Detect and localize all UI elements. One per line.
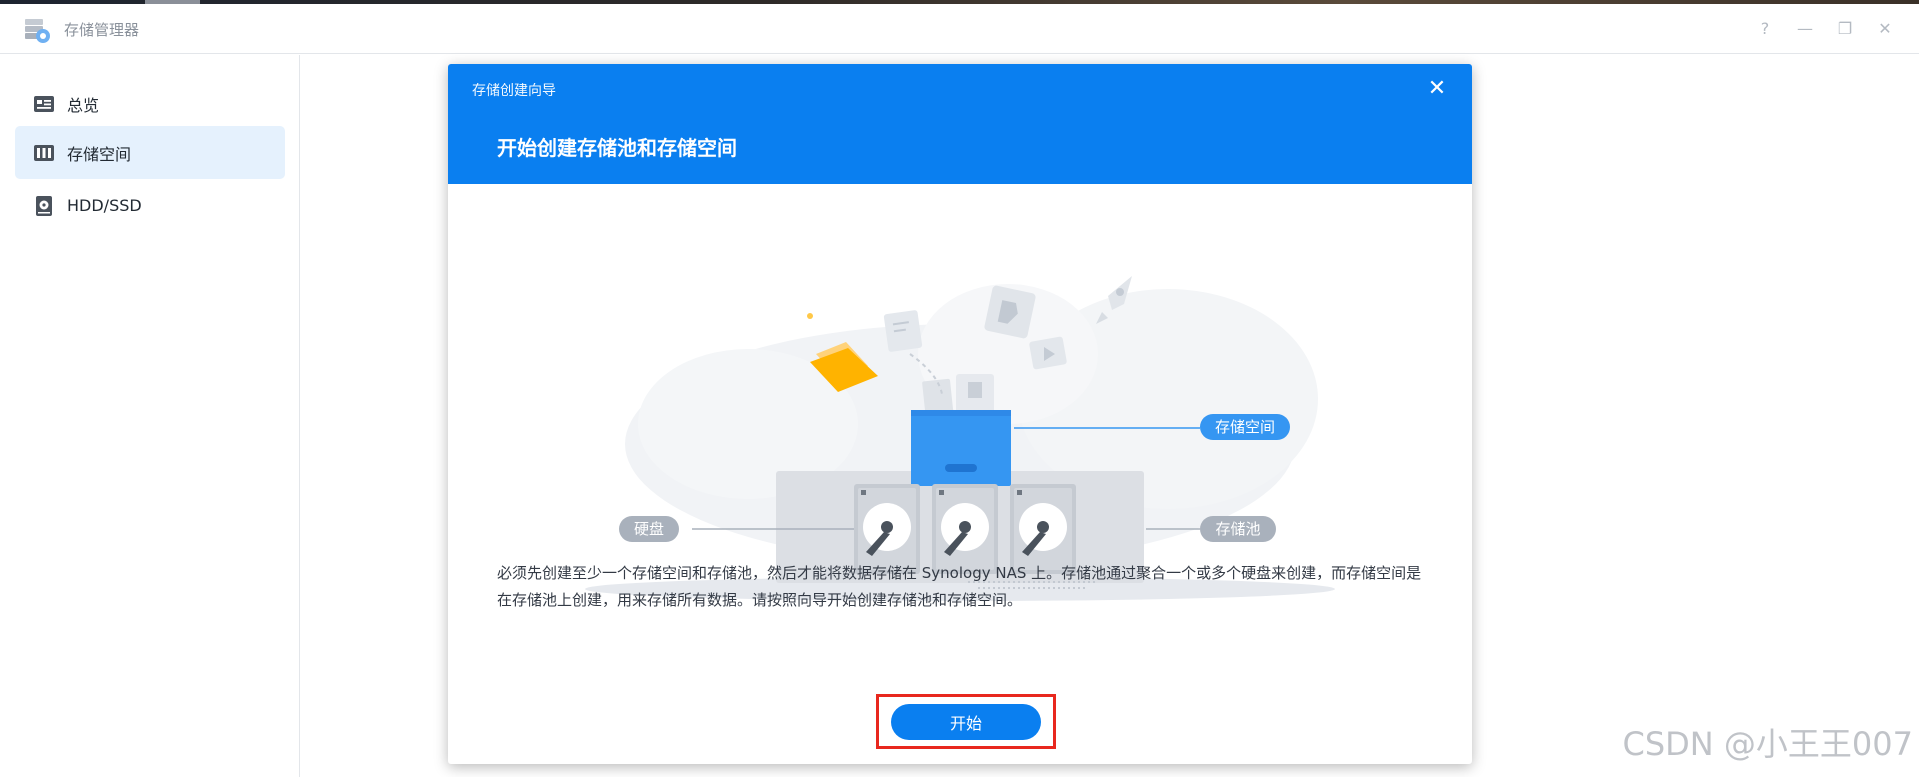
storage-space-icon xyxy=(33,142,55,164)
svg-text:存储池: 存储池 xyxy=(1215,520,1260,538)
close-icon[interactable]: ✕ xyxy=(1426,78,1448,100)
wizard-description: 必须先创建至少一个存储空间和存储池，然后才能将数据存储在 Synology NA… xyxy=(497,564,1422,609)
start-button[interactable]: 开始 xyxy=(891,704,1041,740)
wizard-heading: 开始创建存储池和存储空间 xyxy=(497,136,737,160)
svg-text:硬盘: 硬盘 xyxy=(634,520,664,538)
sidebar-item-label: 存储空间 xyxy=(67,144,132,164)
help-icon[interactable]: ? xyxy=(1755,18,1775,38)
minimize-icon[interactable]: — xyxy=(1795,18,1815,38)
volume-label: 存储空间 xyxy=(1200,414,1290,440)
svg-text:存储空间: 存储空间 xyxy=(1215,418,1275,436)
window-controls: ? — ❐ ✕ xyxy=(1755,18,1895,38)
wizard-title: 存储创建向导 xyxy=(472,83,556,99)
title-bar: 存储管理器 ? — ❐ ✕ xyxy=(0,4,1919,54)
storage-creation-wizard-dialog: 存储创建向导 ✕ 开始创建存储池和存储空间 存储空间 硬盘 存储池 必须先创建至… xyxy=(448,64,1472,764)
video-icon xyxy=(1029,336,1067,370)
sidebar-item-label: 总览 xyxy=(67,95,100,115)
storage-manager-app-icon xyxy=(25,19,50,43)
sidebar-item-storage-space[interactable]: 存储空间 xyxy=(15,126,285,179)
restore-icon[interactable]: ❐ xyxy=(1835,18,1855,38)
drive-label: 硬盘 xyxy=(619,516,679,542)
close-window-icon[interactable]: ✕ xyxy=(1875,18,1895,38)
sidebar-item-overview[interactable]: 总览 xyxy=(15,77,285,130)
window-title: 存储管理器 xyxy=(64,21,140,39)
dashboard-icon xyxy=(33,93,55,115)
sidebar-item-hdd-ssd[interactable]: HDD/SSD xyxy=(15,179,285,232)
watermark: CSDN @小王王007 xyxy=(1622,725,1914,763)
storage-illustration: 存储空间 硬盘 存储池 xyxy=(585,276,1335,601)
document-icon xyxy=(883,310,923,352)
pool-label: 存储池 xyxy=(1200,516,1276,542)
synology-drive-icon xyxy=(984,285,1036,339)
dialog-header: 存储创建向导 ✕ 开始创建存储池和存储空间 xyxy=(448,64,1472,184)
sidebar-item-label: HDD/SSD xyxy=(67,196,142,215)
disk-icon xyxy=(33,195,55,217)
sidebar: 总览 存储空间 HDD/SSD xyxy=(0,55,300,777)
